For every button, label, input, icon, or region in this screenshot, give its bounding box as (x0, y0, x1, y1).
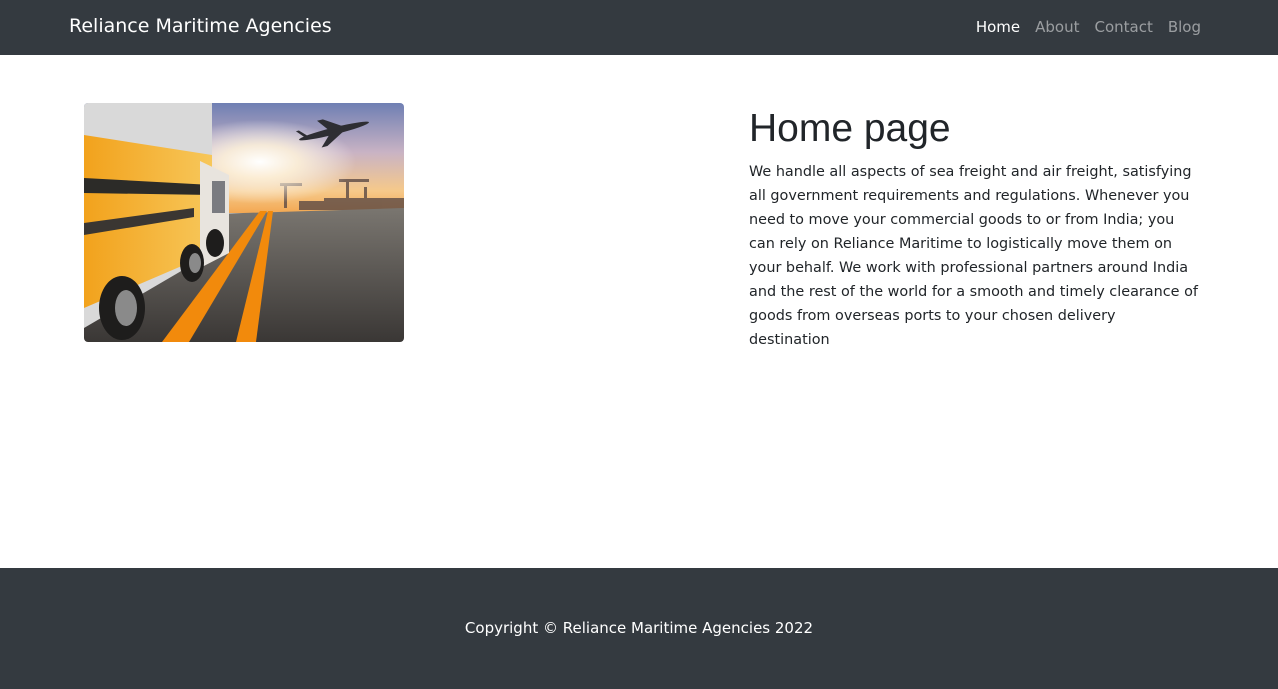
nav-blog-link[interactable]: Blog (1168, 18, 1201, 36)
nav-links: Home About Contact Blog (976, 18, 1201, 36)
nav-home-link[interactable]: Home (976, 18, 1020, 36)
navbar: Reliance Maritime Agencies Home About Co… (0, 0, 1278, 55)
intro-paragraph: We handle all aspects of sea freight and… (749, 164, 1198, 348)
nav-about-link[interactable]: About (1035, 18, 1079, 36)
footer: Copyright © Reliance Maritime Agencies 2… (0, 568, 1278, 689)
main-content: Home page We handle all aspects of sea f… (749, 105, 1199, 352)
nav-contact-link[interactable]: Contact (1094, 18, 1152, 36)
hero-image (84, 103, 404, 342)
page-title: Home page (749, 107, 951, 150)
brand-link[interactable]: Reliance Maritime Agencies (69, 15, 332, 37)
copyright-text: Copyright © Reliance Maritime Agencies 2… (464, 619, 814, 637)
truck-airplane-illustration (84, 103, 404, 342)
